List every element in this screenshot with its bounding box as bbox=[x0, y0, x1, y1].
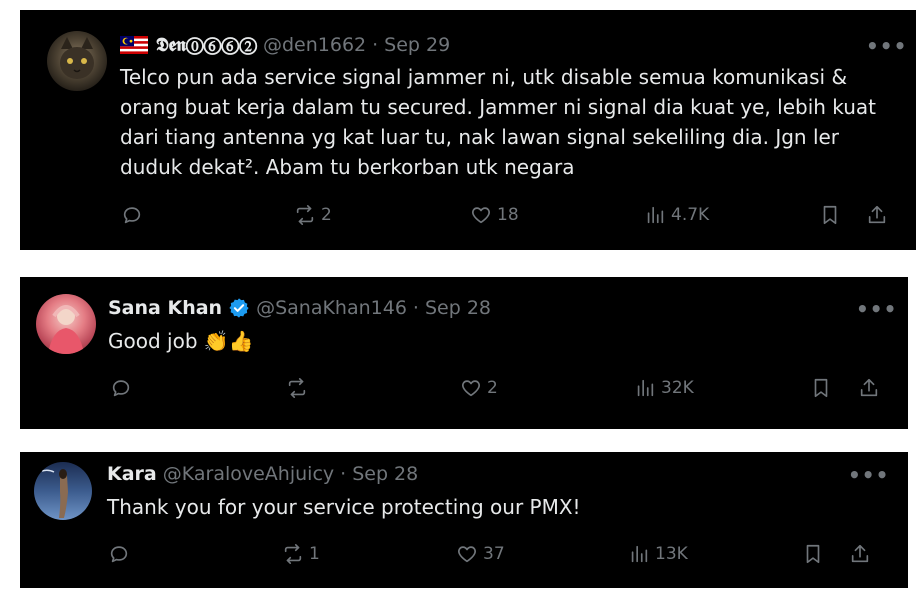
cat-photo-icon bbox=[60, 37, 94, 79]
reply-icon bbox=[112, 380, 130, 397]
reply-button[interactable] bbox=[110, 377, 132, 399]
tweet-card[interactable]: Kara @KaraloveAhjuicy · Sep 28 ••• Thank… bbox=[20, 452, 908, 588]
share-button[interactable] bbox=[849, 543, 871, 565]
user-handle[interactable]: @KaraloveAhjuicy bbox=[163, 463, 334, 485]
display-name[interactable]: 𝕯𝖊𝖓⓪⑥⑥② bbox=[156, 34, 257, 56]
tweet-date[interactable]: Sep 28 bbox=[352, 463, 418, 485]
reply-icon bbox=[110, 546, 128, 563]
views-button[interactable]: 13K bbox=[628, 543, 688, 565]
tweet-text-line: orang buat kerja dalam tu secured. Jamme… bbox=[120, 95, 877, 119]
verified-badge-icon[interactable] bbox=[228, 297, 250, 319]
views-button[interactable]: 4.7K bbox=[644, 204, 709, 226]
more-options-button[interactable]: ••• bbox=[856, 297, 897, 321]
display-name[interactable]: Sana Khan bbox=[108, 297, 222, 319]
more-options-button[interactable]: ••• bbox=[848, 463, 889, 487]
tweet-date[interactable]: Sep 28 bbox=[425, 297, 491, 319]
views-chart-icon bbox=[647, 206, 664, 224]
display-name[interactable]: Kara bbox=[107, 463, 157, 485]
profile-photo-icon bbox=[48, 305, 84, 354]
tweet-text-line: dari tiang antenna yg kat luar tu, nak l… bbox=[120, 125, 840, 149]
avatar[interactable] bbox=[47, 31, 107, 91]
repost-icon bbox=[296, 205, 314, 225]
views-chart-icon bbox=[637, 379, 654, 397]
repost-icon bbox=[284, 544, 302, 564]
like-count: 18 bbox=[497, 205, 519, 225]
avatar[interactable] bbox=[36, 294, 96, 354]
bookmark-button[interactable] bbox=[819, 204, 841, 226]
heart-icon bbox=[462, 380, 480, 397]
views-button[interactable]: 32K bbox=[634, 377, 694, 399]
share-button[interactable] bbox=[866, 204, 888, 226]
share-button[interactable] bbox=[858, 377, 880, 399]
more-options-button[interactable]: ••• bbox=[866, 34, 907, 58]
view-count: 4.7K bbox=[671, 205, 710, 225]
reply-icon bbox=[123, 207, 141, 224]
separator: · bbox=[372, 34, 379, 56]
like-button[interactable]: 18 bbox=[470, 204, 519, 226]
view-count: 13K bbox=[655, 544, 688, 564]
tweet-text-line: Telco pun ada service signal jammer ni, … bbox=[120, 65, 848, 89]
bookmark-button[interactable] bbox=[810, 377, 832, 399]
malaysia-flag-icon bbox=[120, 36, 148, 54]
reply-button[interactable] bbox=[121, 204, 143, 226]
share-icon bbox=[868, 205, 886, 224]
tweet-header: 𝕯𝖊𝖓⓪⑥⑥② @den1662 · Sep 29 bbox=[120, 34, 450, 56]
profile-photo-icon bbox=[41, 469, 68, 518]
bookmark-icon bbox=[823, 205, 837, 225]
tweet-card[interactable]: 𝕯𝖊𝖓⓪⑥⑥② @den1662 · Sep 29 ••• Telco pun … bbox=[20, 10, 916, 250]
avatar[interactable] bbox=[34, 462, 92, 520]
tweet-text: Good job 👏👍 bbox=[108, 329, 254, 353]
repost-count: 1 bbox=[309, 544, 320, 564]
tweet-header: Kara @KaraloveAhjuicy · Sep 28 bbox=[107, 463, 418, 485]
bookmark-icon bbox=[814, 378, 828, 398]
tweet-date[interactable]: Sep 29 bbox=[384, 34, 450, 56]
share-icon bbox=[860, 378, 878, 397]
tweet-card[interactable]: Sana Khan @SanaKhan146 · Sep 28 ••• Good… bbox=[20, 277, 908, 429]
tweet-text-line: duduk dekat². Abam tu berkorban utk nega… bbox=[120, 155, 575, 179]
heart-icon bbox=[472, 207, 490, 224]
tweet-header: Sana Khan @SanaKhan146 · Sep 28 bbox=[108, 297, 491, 319]
separator: · bbox=[340, 463, 347, 485]
reply-button[interactable] bbox=[108, 543, 130, 565]
like-button[interactable]: 2 bbox=[460, 377, 498, 399]
user-handle[interactable]: @den1662 bbox=[263, 34, 366, 56]
like-count: 2 bbox=[487, 378, 498, 398]
views-chart-icon bbox=[631, 545, 648, 563]
share-icon bbox=[851, 544, 869, 563]
separator: · bbox=[412, 297, 419, 319]
view-count: 32K bbox=[661, 378, 694, 398]
like-button[interactable]: 37 bbox=[456, 543, 505, 565]
heart-icon bbox=[458, 546, 476, 563]
like-count: 37 bbox=[483, 544, 505, 564]
repost-button[interactable]: 1 bbox=[282, 543, 320, 565]
bookmark-icon bbox=[806, 544, 820, 564]
repost-button[interactable]: 2 bbox=[294, 204, 332, 226]
tweet-text: Thank you for your service protecting ou… bbox=[107, 495, 581, 519]
repost-button[interactable] bbox=[286, 377, 308, 399]
repost-count: 2 bbox=[321, 205, 332, 225]
tweet-text: Telco pun ada service signal jammer ni, … bbox=[120, 62, 910, 182]
user-handle[interactable]: @SanaKhan146 bbox=[256, 297, 407, 319]
bookmark-button[interactable] bbox=[802, 543, 824, 565]
repost-icon bbox=[288, 378, 306, 398]
